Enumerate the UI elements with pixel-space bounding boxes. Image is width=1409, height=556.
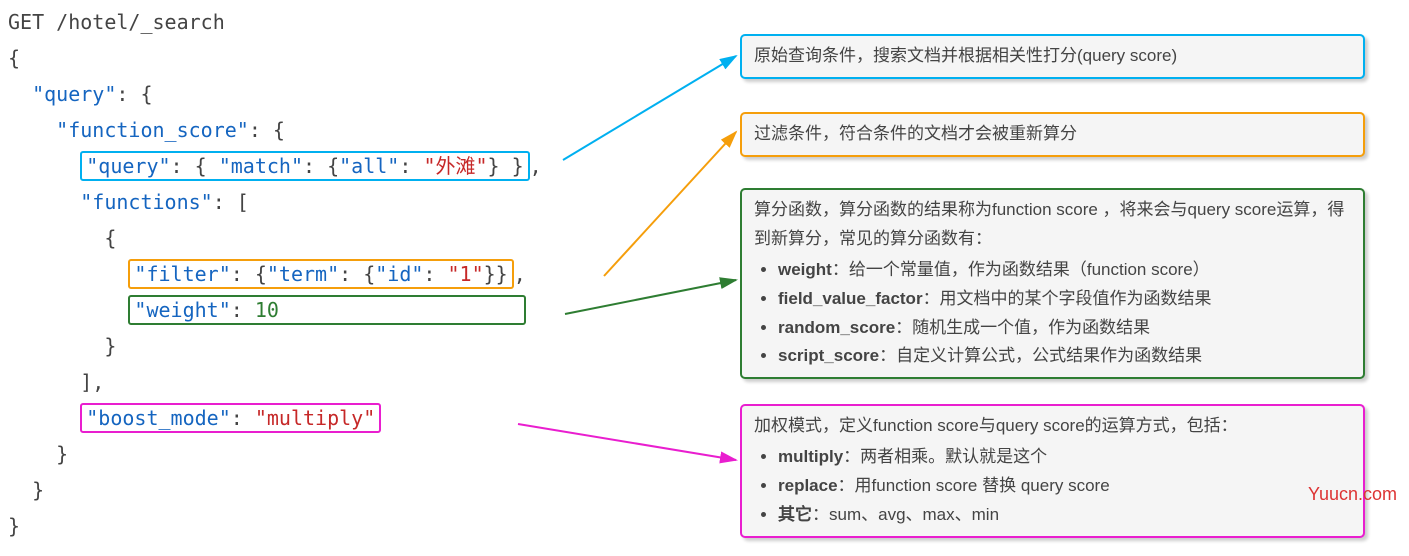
brace-open: { — [8, 46, 20, 70]
callout-boost-mode: 加权模式，定义function score与query score的运算方式，包… — [740, 404, 1365, 538]
key-function-score: "function_score" — [56, 118, 249, 142]
watermark: Yuucn.com — [1308, 478, 1397, 510]
highlight-weight-clause: "weight": 10____________________ — [128, 295, 525, 325]
callout-magenta-list: multiply：两者相乘。默认就是这个 replace：用function s… — [754, 443, 1351, 530]
highlight-filter-clause: "filter": {"term": {"id": "1"}} — [128, 259, 513, 289]
callout-query-score: 原始查询条件，搜索文档并根据相关性打分(query score) — [740, 34, 1365, 79]
key-functions: "functions" — [80, 190, 212, 214]
highlight-boost-mode-clause: "boost_mode": "multiply" — [80, 403, 381, 433]
http-method: GET — [8, 10, 44, 34]
key-query: "query" — [32, 82, 116, 106]
http-path: /hotel/_search — [44, 10, 225, 34]
callout-score-functions: 算分函数，算分函数的结果称为function score ，将来会与query … — [740, 188, 1365, 379]
code-block: GET /hotel/_search { "query": { "functio… — [8, 4, 542, 544]
highlight-query-clause: "query": { "match": {"all": "外滩"} } — [80, 151, 529, 181]
callout-green-list: weight：给一个常量值，作为函数结果（function score） fie… — [754, 256, 1351, 372]
callout-filter: 过滤条件，符合条件的文档才会被重新算分 — [740, 112, 1365, 157]
